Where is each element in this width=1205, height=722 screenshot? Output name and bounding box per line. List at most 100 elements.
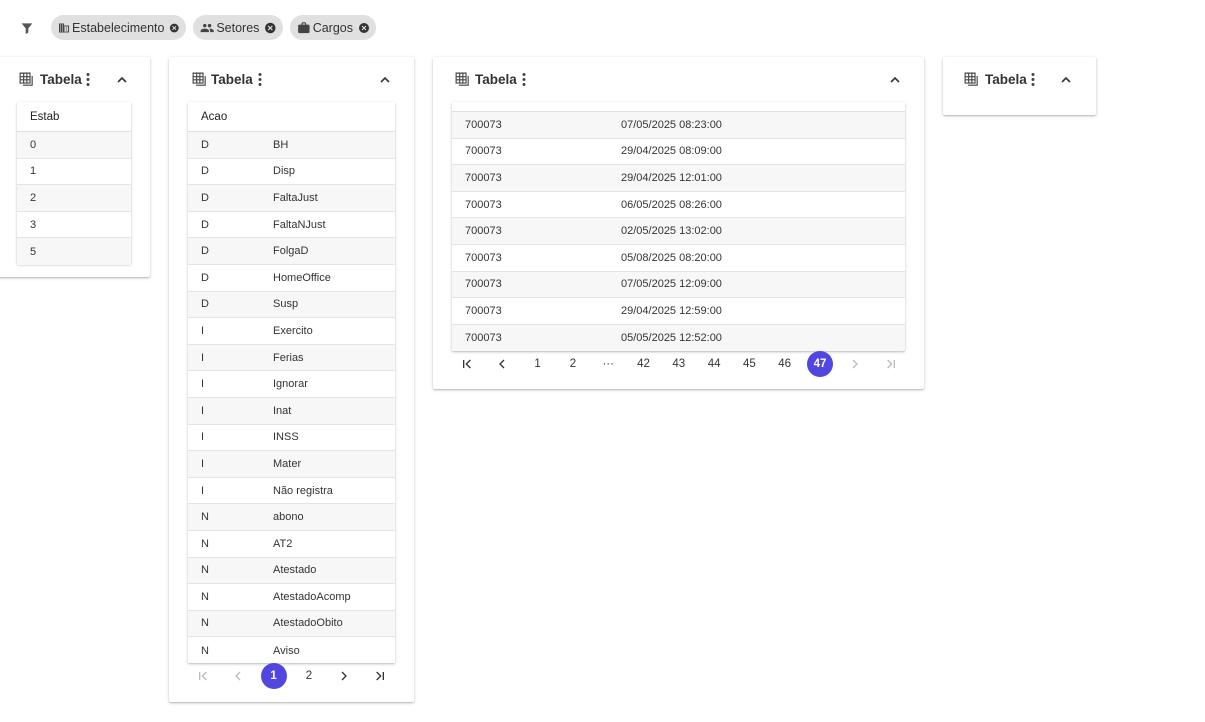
last-page-button[interactable] <box>878 351 904 377</box>
table-card-estab: Tabela Estab 0 1 2 3 5 <box>0 57 150 277</box>
people-icon <box>200 23 214 32</box>
page-button[interactable]: 45 <box>736 351 762 377</box>
first-page-icon <box>463 359 471 369</box>
table-row[interactable]: I Mater <box>188 451 395 478</box>
table-row[interactable]: 700073 29/04/2025 12:59:00 <box>452 298 905 325</box>
cell-datetime: 02/05/2025 13:02:00 <box>621 225 722 238</box>
chip-label: Estabelecimento <box>72 20 165 35</box>
cell-code: D <box>201 218 209 231</box>
table-card-empty: Tabela <box>943 57 1096 115</box>
page-button[interactable]: 1 <box>260 663 287 689</box>
cell-acao: Atestado <box>273 564 317 577</box>
table-row[interactable]: D HomeOffice <box>188 265 395 292</box>
table-row[interactable]: I Exercito <box>188 318 395 345</box>
table-row[interactable]: D FaltaJust <box>188 185 395 212</box>
more-vert-icon[interactable] <box>255 71 265 88</box>
page-button[interactable]: 1 <box>525 351 551 377</box>
card-header: Tabela <box>169 57 414 101</box>
card-title: Tabela <box>475 72 517 87</box>
pagination: 12 <box>190 663 400 689</box>
table-row[interactable]: D FolgaD <box>188 238 395 265</box>
table-row[interactable]: 3 <box>17 212 131 239</box>
next-page-button[interactable] <box>842 351 868 377</box>
table-row[interactable]: N AT2 <box>188 531 395 558</box>
table-row[interactable]: 700073 06/05/2025 08:26:00 <box>452 192 905 219</box>
table-icon <box>455 72 469 86</box>
cell-estab: 2 <box>30 191 37 204</box>
first-page-button[interactable] <box>454 351 480 377</box>
cell-id: 700073 <box>465 171 502 184</box>
table-row[interactable]: I Ignorar <box>188 371 395 398</box>
page-button[interactable]: 2 <box>560 351 586 377</box>
filter-chip-estabelecimento[interactable]: Estabelecimento <box>51 15 186 40</box>
cell-code: N <box>201 590 209 603</box>
table-row[interactable]: I INSS <box>188 425 395 452</box>
acao-table: Acao D BH D Disp D FaltaJust D FaltaNJust D Folga… <box>188 102 395 663</box>
page-button[interactable]: 42 <box>631 351 657 377</box>
column-header-acao[interactable]: Acao <box>188 102 395 132</box>
page-button[interactable]: 47 <box>807 351 833 377</box>
page-button[interactable]: 44 <box>701 351 727 377</box>
table-row[interactable]: 700073 29/04/2025 08:09:00 <box>452 139 905 166</box>
table-row[interactable]: D Susp <box>188 291 395 319</box>
table-row[interactable]: N Aviso <box>188 637 395 664</box>
first-page-button[interactable] <box>190 663 216 689</box>
close-icon[interactable] <box>264 21 277 35</box>
next-page-icon <box>852 359 859 369</box>
table-row[interactable]: N Atestado <box>188 557 395 585</box>
cell-code: N <box>201 644 209 657</box>
cell-acao: Inat <box>273 404 292 417</box>
table-row[interactable]: 700073 05/05/2025 12:52:00 <box>452 324 905 351</box>
column-header-estab[interactable]: Estab <box>17 102 131 132</box>
table-row[interactable]: D FaltaNJust <box>188 212 395 239</box>
page-button[interactable]: 46 <box>772 351 798 377</box>
chevron-up-icon[interactable] <box>377 72 393 88</box>
table-header-strip <box>452 102 905 112</box>
table-row[interactable]: 1 <box>17 159 131 186</box>
table-row[interactable]: 2 <box>17 185 131 212</box>
more-vert-icon[interactable] <box>519 71 529 88</box>
table-row[interactable]: 700073 07/05/2025 08:23:00 <box>452 112 905 139</box>
cell-id: 700073 <box>465 251 502 264</box>
page-button[interactable]: 43 <box>666 351 692 377</box>
cell-id: 700073 <box>465 304 502 317</box>
table-row[interactable]: D BH <box>188 132 395 159</box>
table-row[interactable]: I Inat <box>188 397 395 425</box>
table-row[interactable]: 700073 02/05/2025 13:02:00 <box>452 218 905 245</box>
table-row[interactable]: D Disp <box>188 159 395 186</box>
prev-page-button[interactable] <box>225 663 251 689</box>
more-vert-icon[interactable] <box>1028 71 1038 88</box>
next-page-button[interactable] <box>331 663 357 689</box>
filter-chip-cargos[interactable]: Cargos <box>290 15 376 40</box>
table-row[interactable]: N AtestadoObito <box>188 610 395 638</box>
cell-code: N <box>201 537 209 550</box>
table-row[interactable]: I Ferias <box>188 344 395 372</box>
table-row[interactable]: 700073 05/08/2025 08:20:00 <box>452 245 905 272</box>
table-icon <box>192 72 206 86</box>
table-row[interactable]: 700073 29/04/2025 12:01:00 <box>452 165 905 192</box>
close-icon[interactable] <box>358 21 370 35</box>
chevron-up-icon[interactable] <box>887 72 903 88</box>
filter-icon[interactable] <box>19 20 35 36</box>
prev-page-button[interactable] <box>489 351 515 377</box>
table-row[interactable]: 5 <box>17 238 131 265</box>
page-button[interactable]: 2 <box>296 663 322 689</box>
cell-code: D <box>201 191 209 204</box>
table-row[interactable]: Nabono <box>188 504 395 531</box>
cell-acao: BH <box>273 138 289 151</box>
table-row[interactable]: I Não registra <box>188 478 395 505</box>
more-vert-icon[interactable] <box>83 71 93 88</box>
card-title: Tabela <box>985 72 1027 87</box>
table-row[interactable]: 700073 07/05/2025 12:09:00 <box>452 271 905 299</box>
cell-code: I <box>201 324 205 337</box>
chevron-up-icon[interactable] <box>1058 72 1074 88</box>
last-page-button[interactable] <box>367 663 393 689</box>
filter-chip-setores[interactable]: Setores <box>193 15 283 40</box>
cell-code: I <box>201 351 205 364</box>
table-body: 700073 07/05/2025 08:23:00 700073 29/04/202… <box>452 112 905 351</box>
table-row[interactable]: 0 <box>17 132 131 159</box>
card-title: Tabela <box>211 72 253 87</box>
close-icon[interactable] <box>169 21 180 35</box>
chevron-up-icon[interactable] <box>114 72 130 88</box>
table-row[interactable]: N AtestadoAcomp <box>188 584 395 611</box>
